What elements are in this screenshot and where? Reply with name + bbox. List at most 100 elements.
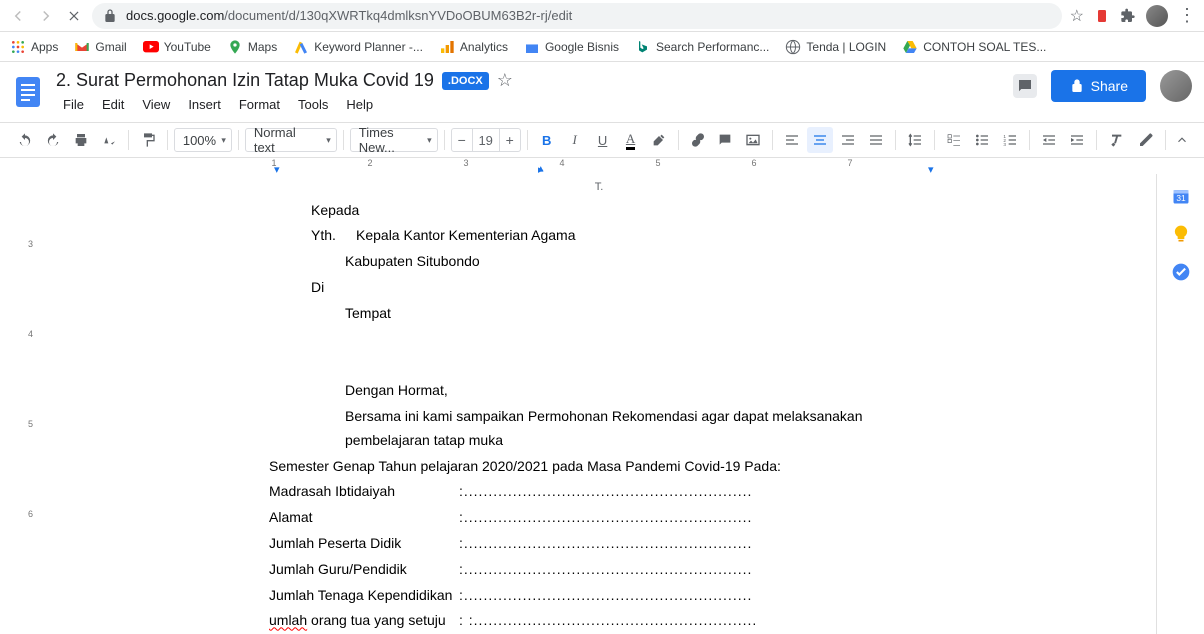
text-yth-row: Yth. Kepala Kantor Kementerian Agama: [269, 224, 929, 248]
bullet-list-button[interactable]: [969, 127, 995, 153]
bing-icon: [635, 39, 651, 55]
italic-button[interactable]: I: [562, 127, 588, 153]
page-top-marker: T.: [269, 178, 929, 197]
lock-icon: [1069, 78, 1085, 94]
align-center-button[interactable]: [807, 127, 833, 153]
svg-text:31: 31: [1176, 193, 1186, 203]
account-avatar[interactable]: [1160, 70, 1192, 102]
comment-button[interactable]: [713, 127, 739, 153]
calendar-icon[interactable]: 31: [1171, 186, 1191, 206]
menu-help[interactable]: Help: [339, 93, 380, 116]
editing-mode-button[interactable]: [1133, 127, 1159, 153]
decrease-size-button[interactable]: −: [452, 132, 472, 148]
star-icon[interactable]: ☆: [497, 70, 513, 91]
align-left-button[interactable]: [779, 127, 805, 153]
analytics-icon: [439, 39, 455, 55]
bookmark-tenda[interactable]: Tenda | LOGIN: [785, 39, 886, 55]
align-right-button[interactable]: [835, 127, 861, 153]
docs-logo-icon[interactable]: [10, 74, 46, 110]
forward-button[interactable]: [36, 6, 56, 26]
bookmark-maps[interactable]: Maps: [227, 39, 277, 55]
spellcheck-button[interactable]: [96, 127, 122, 153]
line-spacing-button[interactable]: [902, 127, 928, 153]
tasks-icon[interactable]: [1171, 262, 1191, 282]
address-bar[interactable]: docs.google.com/document/d/130qXWRTkq4dm…: [92, 3, 1062, 29]
side-panel: 31: [1156, 174, 1204, 634]
print-button[interactable]: [68, 127, 94, 153]
gmail-icon: [74, 39, 90, 55]
menu-tools[interactable]: Tools: [291, 93, 335, 116]
style-select[interactable]: Normal text: [245, 128, 337, 152]
text-kepada: Kepada: [269, 199, 929, 223]
redo-button[interactable]: [40, 127, 66, 153]
decrease-indent-button[interactable]: [1036, 127, 1062, 153]
align-justify-button[interactable]: [863, 127, 889, 153]
zoom-select[interactable]: 100%: [174, 128, 232, 152]
checklist-button[interactable]: [941, 127, 967, 153]
increase-indent-button[interactable]: [1064, 127, 1090, 153]
bookmark-apps[interactable]: Apps: [10, 39, 58, 55]
stop-button[interactable]: [64, 6, 84, 26]
form-row-1: Madrasah Ibtidaiyah:....................…: [269, 480, 929, 504]
menu-file[interactable]: File: [56, 93, 91, 116]
undo-button[interactable]: [12, 127, 38, 153]
bookmark-bisnis[interactable]: Google Bisnis: [524, 39, 619, 55]
document-scroll-area[interactable]: T. Kepada Yth. Kepala Kantor Kementerian…: [42, 174, 1156, 634]
docs-header: 2. Surat Permohonan Izin Tatap Muka Covi…: [0, 62, 1204, 116]
browser-toolbar: docs.google.com/document/d/130qXWRTkq4dm…: [0, 0, 1204, 32]
document-page[interactable]: T. Kepada Yth. Kepala Kantor Kementerian…: [239, 174, 959, 634]
text-color-button[interactable]: A: [618, 127, 644, 153]
menu-format[interactable]: Format: [232, 93, 287, 116]
text-tempat: Tempat: [269, 302, 929, 326]
ruler-tick: 2: [367, 158, 372, 168]
bookmarks-bar: Apps Gmail YouTube Maps Keyword Planner …: [0, 32, 1204, 62]
font-size-group: − 19 +: [451, 128, 521, 152]
maps-icon: [227, 39, 243, 55]
text-para2: Semester Genap Tahun pelajaran 2020/2021…: [269, 455, 929, 479]
document-container: 3 4 5 6 T. Kepada Yth. Kepala Kantor Kem…: [0, 174, 1204, 634]
menu-bar: File Edit View Insert Format Tools Help: [56, 93, 1003, 116]
font-select[interactable]: Times New...: [350, 128, 438, 152]
share-button[interactable]: Share: [1051, 70, 1146, 102]
bookmark-keyword[interactable]: Keyword Planner -...: [293, 39, 423, 55]
bold-button[interactable]: B: [534, 127, 560, 153]
highlight-button[interactable]: [646, 127, 672, 153]
browser-menu-icon[interactable]: ⋮: [1178, 5, 1196, 26]
extensions-puzzle-icon[interactable]: [1120, 8, 1136, 24]
image-button[interactable]: [740, 127, 766, 153]
bookmark-analytics[interactable]: Analytics: [439, 39, 508, 55]
font-size-input[interactable]: 19: [472, 129, 500, 151]
document-title[interactable]: 2. Surat Permohonan Izin Tatap Muka Covi…: [56, 70, 434, 91]
increase-size-button[interactable]: +: [500, 132, 520, 148]
collapse-toolbar-button[interactable]: [1172, 127, 1192, 153]
bookmark-search[interactable]: Search Performanc...: [635, 39, 769, 55]
numbered-list-button[interactable]: 123: [997, 127, 1023, 153]
comments-button[interactable]: [1013, 74, 1037, 98]
bookmark-contoh[interactable]: CONTOH SOAL TES...: [902, 39, 1046, 55]
keep-icon[interactable]: [1171, 224, 1191, 244]
ads-icon: [293, 39, 309, 55]
link-button[interactable]: [685, 127, 711, 153]
menu-view[interactable]: View: [135, 93, 177, 116]
underline-button[interactable]: U: [590, 127, 616, 153]
bookmark-gmail[interactable]: Gmail: [74, 39, 126, 55]
menu-insert[interactable]: Insert: [181, 93, 228, 116]
bookmark-star-icon[interactable]: ☆: [1070, 6, 1084, 26]
horizontal-ruler[interactable]: ▾ ▾ ▸ ▾ 1234567: [42, 158, 1204, 174]
clear-format-button[interactable]: [1103, 127, 1129, 153]
menu-edit[interactable]: Edit: [95, 93, 131, 116]
vertical-ruler[interactable]: 3 4 5 6: [0, 174, 42, 634]
form-row-2: Alamat:.................................…: [269, 506, 929, 530]
paint-format-button[interactable]: [135, 127, 161, 153]
back-button[interactable]: [8, 6, 28, 26]
apps-icon: [10, 39, 26, 55]
bookmark-youtube[interactable]: YouTube: [143, 39, 211, 55]
docx-badge: .DOCX: [442, 72, 489, 90]
lock-icon: [102, 8, 118, 24]
ruler-tick: 5: [655, 158, 660, 168]
url-path: /document/d/130qXWRTkq4dmlksnYVDoOBUM63B…: [224, 8, 572, 23]
youtube-icon: [143, 39, 159, 55]
extension-icon[interactable]: [1094, 8, 1110, 24]
url-host: docs.google.com: [126, 8, 224, 23]
profile-avatar[interactable]: [1146, 5, 1168, 27]
